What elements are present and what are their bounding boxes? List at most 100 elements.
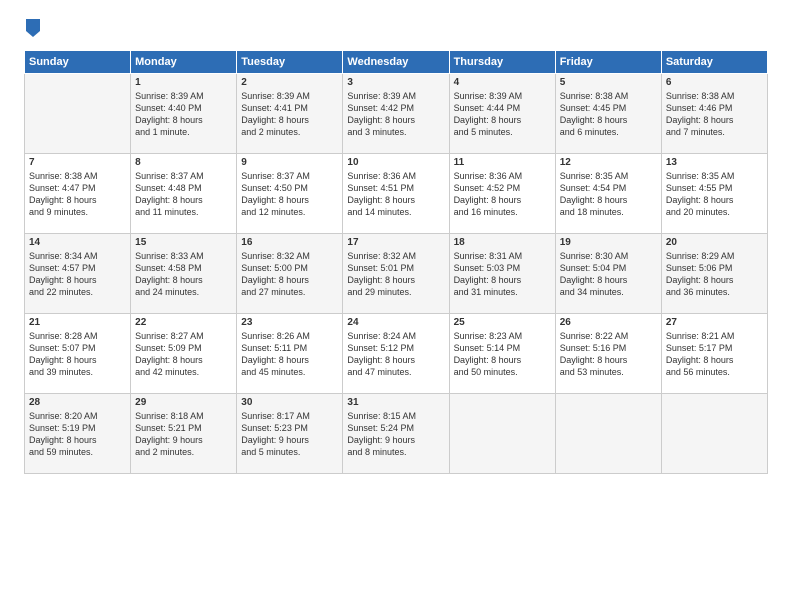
day-number: 11 (454, 157, 551, 168)
day-number: 26 (560, 317, 657, 328)
calendar-cell: 7 Sunrise: 8:38 AM Sunset: 4:47 PM Daylig… (25, 153, 131, 233)
day-number: 27 (666, 317, 763, 328)
calendar-cell: 27Sunrise: 8:21 AM Sunset: 5:17 PM Dayli… (661, 313, 767, 393)
day-info: Sunrise: 8:39 AM Sunset: 4:44 PM Dayligh… (454, 90, 551, 139)
day-number: 28 (29, 397, 126, 408)
calendar-cell: 2 Sunrise: 8:39 AM Sunset: 4:41 PM Daylig… (237, 73, 343, 153)
col-header-thursday: Thursday (449, 50, 555, 73)
day-number: 7 (29, 157, 126, 168)
calendar-cell: 25Sunrise: 8:23 AM Sunset: 5:14 PM Dayli… (449, 313, 555, 393)
day-number: 17 (347, 237, 444, 248)
day-info: Sunrise: 8:35 AM Sunset: 4:54 PM Dayligh… (560, 170, 657, 219)
day-number: 19 (560, 237, 657, 248)
day-info: Sunrise: 8:34 AM Sunset: 4:57 PM Dayligh… (29, 250, 126, 299)
day-info: Sunrise: 8:32 AM Sunset: 5:00 PM Dayligh… (241, 250, 338, 299)
page: SundayMondayTuesdayWednesdayThursdayFrid… (0, 0, 792, 612)
calendar-cell: 31 Sunrise: 8:15 AM Sunset: 5:24 PM Dayli… (343, 393, 449, 473)
day-number: 13 (666, 157, 763, 168)
day-number: 20 (666, 237, 763, 248)
day-number: 8 (135, 157, 232, 168)
day-info: Sunrise: 8:38 AM Sunset: 4:47 PM Dayligh… (29, 170, 126, 219)
week-row-4: 28 Sunrise: 8:20 AM Sunset: 5:19 PM Dayli… (25, 393, 768, 473)
day-number: 10 (347, 157, 444, 168)
day-info: Sunrise: 8:32 AM Sunset: 5:01 PM Dayligh… (347, 250, 444, 299)
calendar-cell: 21 Sunrise: 8:28 AM Sunset: 5:07 PM Dayli… (25, 313, 131, 393)
calendar-cell: 15 Sunrise: 8:33 AM Sunset: 4:58 PM Dayli… (131, 233, 237, 313)
day-number: 21 (29, 317, 126, 328)
calendar-cell: 28 Sunrise: 8:20 AM Sunset: 5:19 PM Dayli… (25, 393, 131, 473)
calendar-cell: 29 Sunrise: 8:18 AM Sunset: 5:21 PM Dayli… (131, 393, 237, 473)
day-info: Sunrise: 8:38 AM Sunset: 4:45 PM Dayligh… (560, 90, 657, 139)
day-number: 9 (241, 157, 338, 168)
calendar-cell: 18 Sunrise: 8:31 AM Sunset: 5:03 PM Dayli… (449, 233, 555, 313)
day-info: Sunrise: 8:36 AM Sunset: 4:51 PM Dayligh… (347, 170, 444, 219)
col-header-tuesday: Tuesday (237, 50, 343, 73)
day-info: Sunrise: 8:31 AM Sunset: 5:03 PM Dayligh… (454, 250, 551, 299)
day-number: 2 (241, 77, 338, 88)
day-number: 3 (347, 77, 444, 88)
day-info: Sunrise: 8:23 AM Sunset: 5:14 PM Dayligh… (454, 330, 551, 379)
day-info: Sunrise: 8:20 AM Sunset: 5:19 PM Dayligh… (29, 410, 126, 459)
day-info: Sunrise: 8:15 AM Sunset: 5:24 PM Dayligh… (347, 410, 444, 459)
day-number: 22 (135, 317, 232, 328)
calendar-cell: 16 Sunrise: 8:32 AM Sunset: 5:00 PM Dayli… (237, 233, 343, 313)
calendar-cell: 11 Sunrise: 8:36 AM Sunset: 4:52 PM Dayli… (449, 153, 555, 233)
calendar-cell (449, 393, 555, 473)
day-number: 14 (29, 237, 126, 248)
calendar-cell: 1Sunrise: 8:39 AM Sunset: 4:40 PM Daylig… (131, 73, 237, 153)
header (24, 20, 768, 40)
day-info: Sunrise: 8:27 AM Sunset: 5:09 PM Dayligh… (135, 330, 232, 379)
calendar-cell: 22 Sunrise: 8:27 AM Sunset: 5:09 PM Dayli… (131, 313, 237, 393)
calendar-cell: 14 Sunrise: 8:34 AM Sunset: 4:57 PM Dayli… (25, 233, 131, 313)
logo-text (24, 20, 40, 40)
calendar-cell: 6Sunrise: 8:38 AM Sunset: 4:46 PM Daylig… (661, 73, 767, 153)
col-header-wednesday: Wednesday (343, 50, 449, 73)
day-number: 24 (347, 317, 444, 328)
day-number: 16 (241, 237, 338, 248)
day-info: Sunrise: 8:33 AM Sunset: 4:58 PM Dayligh… (135, 250, 232, 299)
day-info: Sunrise: 8:29 AM Sunset: 5:06 PM Dayligh… (666, 250, 763, 299)
day-info: Sunrise: 8:28 AM Sunset: 5:07 PM Dayligh… (29, 330, 126, 379)
day-number: 31 (347, 397, 444, 408)
day-info: Sunrise: 8:36 AM Sunset: 4:52 PM Dayligh… (454, 170, 551, 219)
calendar-cell: 10 Sunrise: 8:36 AM Sunset: 4:51 PM Dayli… (343, 153, 449, 233)
calendar-cell (661, 393, 767, 473)
calendar-cell: 8Sunrise: 8:37 AM Sunset: 4:48 PM Daylig… (131, 153, 237, 233)
day-number: 29 (135, 397, 232, 408)
week-row-3: 21 Sunrise: 8:28 AM Sunset: 5:07 PM Dayli… (25, 313, 768, 393)
day-info: Sunrise: 8:17 AM Sunset: 5:23 PM Dayligh… (241, 410, 338, 459)
day-number: 18 (454, 237, 551, 248)
calendar-cell: 19Sunrise: 8:30 AM Sunset: 5:04 PM Dayli… (555, 233, 661, 313)
day-number: 30 (241, 397, 338, 408)
day-number: 6 (666, 77, 763, 88)
calendar-table: SundayMondayTuesdayWednesdayThursdayFrid… (24, 50, 768, 474)
day-info: Sunrise: 8:35 AM Sunset: 4:55 PM Dayligh… (666, 170, 763, 219)
calendar-cell: 23Sunrise: 8:26 AM Sunset: 5:11 PM Dayli… (237, 313, 343, 393)
calendar-cell: 3 Sunrise: 8:39 AM Sunset: 4:42 PM Daylig… (343, 73, 449, 153)
calendar-cell (25, 73, 131, 153)
logo-icon (26, 19, 40, 37)
day-info: Sunrise: 8:18 AM Sunset: 5:21 PM Dayligh… (135, 410, 232, 459)
calendar-cell: 13 Sunrise: 8:35 AM Sunset: 4:55 PM Dayli… (661, 153, 767, 233)
header-row: SundayMondayTuesdayWednesdayThursdayFrid… (25, 50, 768, 73)
day-number: 12 (560, 157, 657, 168)
calendar-cell: 30 Sunrise: 8:17 AM Sunset: 5:23 PM Dayli… (237, 393, 343, 473)
day-info: Sunrise: 8:39 AM Sunset: 4:42 PM Dayligh… (347, 90, 444, 139)
calendar-cell: 9Sunrise: 8:37 AM Sunset: 4:50 PM Daylig… (237, 153, 343, 233)
day-number: 15 (135, 237, 232, 248)
logo (24, 20, 40, 40)
calendar-cell: 17 Sunrise: 8:32 AM Sunset: 5:01 PM Dayli… (343, 233, 449, 313)
day-info: Sunrise: 8:26 AM Sunset: 5:11 PM Dayligh… (241, 330, 338, 379)
calendar-cell: 26Sunrise: 8:22 AM Sunset: 5:16 PM Dayli… (555, 313, 661, 393)
col-header-saturday: Saturday (661, 50, 767, 73)
week-row-1: 7 Sunrise: 8:38 AM Sunset: 4:47 PM Daylig… (25, 153, 768, 233)
day-info: Sunrise: 8:24 AM Sunset: 5:12 PM Dayligh… (347, 330, 444, 379)
calendar-cell: 20 Sunrise: 8:29 AM Sunset: 5:06 PM Dayli… (661, 233, 767, 313)
col-header-monday: Monday (131, 50, 237, 73)
calendar-cell (555, 393, 661, 473)
day-info: Sunrise: 8:39 AM Sunset: 4:41 PM Dayligh… (241, 90, 338, 139)
day-number: 5 (560, 77, 657, 88)
day-number: 4 (454, 77, 551, 88)
day-info: Sunrise: 8:39 AM Sunset: 4:40 PM Dayligh… (135, 90, 232, 139)
calendar-cell: 4 Sunrise: 8:39 AM Sunset: 4:44 PM Daylig… (449, 73, 555, 153)
